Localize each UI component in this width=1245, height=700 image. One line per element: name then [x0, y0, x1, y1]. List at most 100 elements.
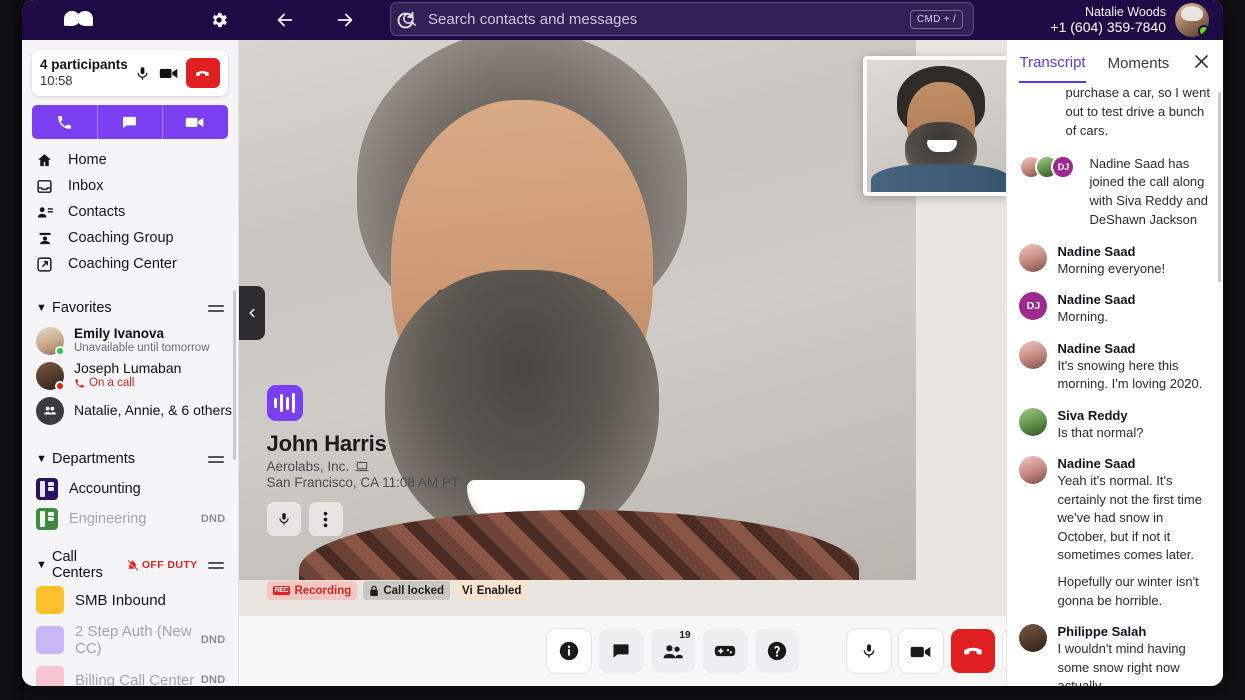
- avatar: [36, 397, 64, 425]
- phone-icon: [74, 378, 85, 389]
- lock-icon: [369, 585, 379, 597]
- caller-name: John Harris: [267, 431, 460, 457]
- microphone-icon[interactable]: [267, 502, 301, 536]
- section-title: Departments: [52, 451, 208, 467]
- new-message-button[interactable]: [98, 105, 164, 139]
- participants-button[interactable]: 19: [651, 629, 695, 673]
- reorder-icon[interactable]: [208, 302, 224, 315]
- arrow-right-icon[interactable]: [329, 4, 361, 36]
- reorder-icon[interactable]: [208, 453, 224, 466]
- search-bar[interactable]: Search contacts and messages CMD + /: [390, 2, 974, 36]
- app-body: 4 participants 10:58: [22, 40, 1223, 686]
- call-center-smb-inbound[interactable]: SMB Inbound: [22, 580, 238, 620]
- dialpad-button[interactable]: [703, 629, 747, 673]
- tab-transcript[interactable]: Transcript: [1019, 42, 1085, 83]
- sidebar: 4 participants 10:58: [22, 40, 239, 686]
- chevron-down-icon: ▼: [36, 302, 52, 314]
- call-center-color-swatch: [36, 586, 64, 614]
- vi-prefix: Vi: [462, 585, 473, 597]
- tab-moments[interactable]: Moments: [1108, 43, 1170, 82]
- department-label: Accounting: [69, 481, 238, 497]
- avatar[interactable]: [1175, 3, 1209, 37]
- dialpad-icon: [714, 643, 736, 659]
- end-call-button[interactable]: [951, 629, 995, 673]
- reorder-icon[interactable]: [208, 559, 224, 572]
- hangup-icon[interactable]: [186, 58, 220, 88]
- search-icon: [401, 11, 418, 28]
- department-accounting[interactable]: Accounting: [22, 474, 238, 504]
- new-video-button[interactable]: [163, 105, 228, 139]
- call-center-label: SMB Inbound: [75, 592, 238, 609]
- quick-action-bar: [32, 105, 228, 139]
- status-dot-online: [55, 346, 65, 356]
- off-duty-badge[interactable]: OFF DUTY: [126, 559, 198, 572]
- close-icon[interactable]: [1192, 52, 1211, 76]
- department-engineering[interactable]: Engineering DND: [22, 504, 238, 534]
- help-button[interactable]: [755, 629, 799, 673]
- call-center-billing[interactable]: Billing Call Center DND: [22, 660, 238, 686]
- gear-icon[interactable]: [203, 4, 235, 36]
- avatar: [1019, 408, 1047, 436]
- current-user[interactable]: Natalie Woods +1 (604) 359-7840: [1050, 0, 1209, 40]
- department-label: Engineering: [69, 511, 201, 527]
- message-text: It's snowing here this morning. I'm lovi…: [1057, 357, 1211, 394]
- active-call-card[interactable]: 4 participants 10:58: [32, 50, 228, 96]
- call-center-2-step-auth[interactable]: 2 Step Auth (New CC) DND: [22, 620, 238, 660]
- favorites-header[interactable]: ▼ Favorites: [22, 293, 238, 323]
- avatar: [1019, 341, 1047, 369]
- search-input[interactable]: Search contacts and messages: [428, 11, 910, 28]
- sidebar-item-label: Contacts: [68, 204, 125, 220]
- section-title: Favorites: [52, 300, 208, 316]
- self-video-pip[interactable]: [863, 56, 1006, 196]
- call-info-button[interactable]: [547, 629, 591, 673]
- avatar: [36, 327, 64, 355]
- message-text: Morning everyone!: [1057, 260, 1211, 278]
- caller-org: Aerolabs, Inc.: [267, 459, 460, 474]
- primary-nav: Home Inbox Contacts Coaching Group: [22, 147, 238, 277]
- transcript-entry: Nadine Saad It's snowing here this morni…: [1019, 341, 1211, 394]
- favorite-emily-ivanova[interactable]: Emily Ivanova Unavailable until tomorrow: [22, 323, 238, 358]
- departments-header[interactable]: ▼ Departments: [22, 444, 238, 474]
- group-icon: [42, 404, 58, 418]
- call-control-bar: 19: [239, 616, 1007, 686]
- collapse-panel-button[interactable]: [239, 286, 265, 340]
- contact-name: Emily Ivanova: [74, 326, 210, 342]
- sidebar-item-inbox[interactable]: Inbox: [22, 173, 238, 199]
- sidebar-item-coaching-group[interactable]: Coaching Group: [22, 225, 238, 251]
- sidebar-scrollbar[interactable]: [233, 290, 236, 460]
- sidebar-item-coaching-center[interactable]: Coaching Center: [22, 251, 238, 277]
- chat-button[interactable]: [599, 629, 643, 673]
- status-badge: DND: [201, 634, 226, 646]
- favorite-joseph-lumaban[interactable]: Joseph Lumaban On a call: [22, 358, 238, 393]
- arrow-left-icon[interactable]: [269, 4, 301, 36]
- video-camera-icon[interactable]: [156, 66, 182, 80]
- speaker-name: Siva Reddy: [1057, 408, 1211, 423]
- status-badge: DND: [201, 513, 226, 525]
- dialpad-logo: [64, 9, 98, 31]
- sidebar-item-home[interactable]: Home: [22, 147, 238, 173]
- transcript-entry: DJ Nadine Saad Morning.: [1019, 292, 1211, 326]
- message-text: Yeah it's normal. It's certainly not the…: [1057, 472, 1211, 564]
- camera-button[interactable]: [899, 629, 943, 673]
- more-vertical-icon[interactable]: [309, 502, 343, 536]
- participants-count-badge: 19: [679, 630, 690, 641]
- avatar: [1019, 244, 1047, 272]
- department-color-swatch: [36, 478, 58, 500]
- mute-button[interactable]: [847, 629, 891, 673]
- status-badge: DND: [201, 674, 226, 686]
- microphone-icon[interactable]: [130, 65, 156, 82]
- department-color-swatch: [36, 508, 58, 530]
- call-center-color-swatch: [36, 666, 64, 686]
- transcript-scrollbar[interactable]: [1218, 92, 1221, 282]
- transcript-list[interactable]: purchase a car, so I went out to test dr…: [1007, 84, 1223, 686]
- video-stage: John Harris Aerolabs, Inc. San Francisco…: [239, 40, 1007, 686]
- avatar: [1019, 456, 1047, 484]
- chevron-down-icon: ▼: [36, 453, 52, 465]
- favorite-group[interactable]: Natalie, Annie, & 6 others: [22, 393, 238, 428]
- call-centers-header[interactable]: ▼ Call Centers OFF DUTY: [22, 550, 238, 580]
- speaker-name: Nadine Saad: [1057, 341, 1211, 356]
- sidebar-item-contacts[interactable]: Contacts: [22, 199, 238, 225]
- new-call-button[interactable]: [32, 105, 98, 139]
- chevron-left-icon: [245, 306, 259, 320]
- system-message: Nadine Saad has joined the call along wi…: [1089, 155, 1211, 230]
